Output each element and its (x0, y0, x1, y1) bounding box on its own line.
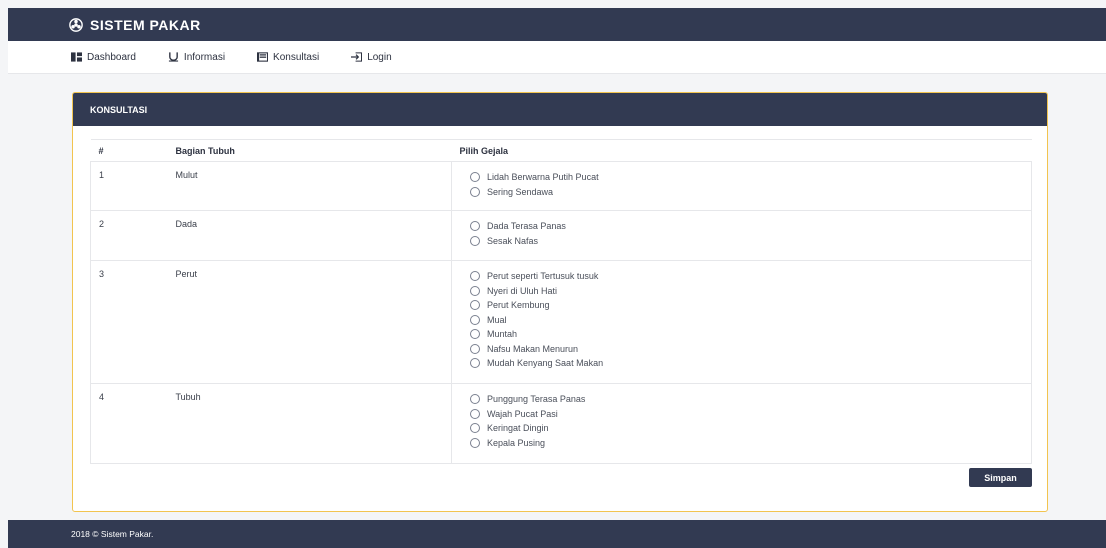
symptom-label: Wajah Pucat Pasi (487, 408, 558, 419)
radio-button[interactable] (470, 271, 480, 282)
radio-button[interactable] (470, 408, 480, 419)
radio-button[interactable] (470, 358, 480, 369)
nav-login[interactable]: Login (351, 51, 392, 63)
table-row: 1 Mulut Lidah Berwarna Putih Pucat Serin… (90, 161, 1032, 211)
symptom-label: Lidah Berwarna Putih Pucat (487, 172, 599, 183)
symptom-option[interactable]: Perut seperti Tertusuk tusuk (470, 269, 1031, 284)
footer-text: 2018 © Sistem Pakar. (71, 529, 154, 539)
main-nav: Dashboard Informasi Konsultasi Login (8, 41, 1106, 74)
radio-button[interactable] (470, 394, 480, 405)
symptom-option[interactable]: Mudah Kenyang Saat Makan (470, 356, 1031, 371)
symptom-label: Nyeri di Uluh Hati (487, 285, 558, 296)
header-part: Bagian Tubuh (167, 139, 452, 162)
radio-button[interactable] (470, 437, 480, 448)
login-icon (351, 52, 363, 62)
symptom-label: Perut Kembung (487, 300, 550, 311)
radio-button[interactable] (470, 172, 480, 183)
nav-informasi[interactable]: Informasi (168, 52, 225, 63)
radio-button[interactable] (470, 329, 480, 340)
row-number: 1 (90, 161, 168, 211)
brand[interactable]: SISTEM PAKAR (69, 17, 201, 33)
symptom-option[interactable]: Mual (470, 313, 1031, 328)
card-header: KONSULTASI (73, 93, 1047, 126)
row-number: 4 (90, 383, 168, 464)
row-number: 3 (90, 260, 168, 384)
nav-login-label: Login (367, 51, 392, 63)
nav-dashboard-label: Dashboard (87, 51, 136, 63)
radio-button[interactable] (470, 343, 480, 354)
symptom-option[interactable]: Keringat Dingin (470, 421, 1031, 436)
symptom-option[interactable]: Nafsu Makan Menurun (470, 342, 1031, 357)
symptom-label: Muntah (487, 329, 518, 340)
radio-button[interactable] (470, 285, 480, 296)
symptom-option[interactable]: Muntah (470, 327, 1031, 342)
symptom-label: Mudah Kenyang Saat Makan (487, 358, 604, 369)
symptom-label: Sering Sendawa (487, 186, 554, 197)
symptom-table-wrapper: # Bagian Tubuh Pilih Gejala 1 Mulut Lida… (90, 139, 1032, 464)
row-body-part: Mulut (167, 161, 452, 211)
symptom-options: Lidah Berwarna Putih Pucat Sering Sendaw… (451, 161, 1032, 211)
symptom-options: Punggung Terasa Panas Wajah Pucat Pasi K… (451, 383, 1032, 464)
symptom-table: # Bagian Tubuh Pilih Gejala 1 Mulut Lida… (90, 139, 1032, 464)
card-title: KONSULTASI (90, 104, 148, 115)
symptom-label: Keringat Dingin (487, 423, 549, 434)
symptom-label: Perut seperti Tertusuk tusuk (487, 271, 599, 282)
simpan-button[interactable]: Simpan (969, 468, 1032, 487)
symptom-options: Dada Terasa Panas Sesak Nafas (451, 210, 1032, 261)
symptom-options: Perut seperti Tertusuk tusuk Nyeri di Ul… (451, 260, 1032, 384)
radio-button[interactable] (470, 221, 480, 232)
nav-dashboard[interactable]: Dashboard (71, 52, 136, 63)
radio-button[interactable] (470, 314, 480, 325)
radio-button[interactable] (470, 423, 480, 434)
table-header-row: # Bagian Tubuh Pilih Gejala (90, 139, 1032, 162)
radio-button[interactable] (470, 300, 480, 311)
consultation-card: KONSULTASI # Bagian Tubuh Pilih Gejala 1… (72, 92, 1048, 512)
symptom-option[interactable]: Dada Terasa Panas (470, 219, 1031, 234)
symptom-label: Kepala Pusing (487, 437, 546, 448)
symptom-option[interactable]: Sesak Nafas (470, 234, 1031, 249)
symptom-label: Punggung Terasa Panas (487, 394, 586, 405)
nav-konsultasi[interactable]: Konsultasi (257, 52, 319, 63)
row-body-part: Perut (167, 260, 452, 384)
symptom-option[interactable]: Sering Sendawa (470, 185, 1031, 200)
symptom-option[interactable]: Nyeri di Uluh Hati (470, 284, 1031, 299)
symptom-option[interactable]: Lidah Berwarna Putih Pucat (470, 170, 1031, 185)
symptom-option[interactable]: Wajah Pucat Pasi (470, 407, 1031, 422)
header-symptom: Pilih Gejala (451, 139, 1032, 162)
symptom-label: Mual (487, 314, 507, 325)
dashboard-icon (71, 52, 82, 62)
table-row: 4 Tubuh Punggung Terasa Panas Wajah Puca… (90, 383, 1032, 464)
symptom-label: Sesak Nafas (487, 235, 539, 246)
nav-konsultasi-label: Konsultasi (273, 51, 320, 63)
table-row: 2 Dada Dada Terasa Panas Sesak Nafas (90, 210, 1032, 261)
symptom-option[interactable]: Kepala Pusing (470, 436, 1031, 451)
table-row: 3 Perut Perut seperti Tertusuk tusuk Nye… (90, 260, 1032, 384)
symptom-option[interactable]: Punggung Terasa Panas (470, 392, 1031, 407)
header-no: # (90, 139, 168, 162)
top-header: SISTEM PAKAR (8, 8, 1106, 41)
underline-icon (168, 52, 179, 62)
symptom-label: Dada Terasa Panas (487, 221, 566, 232)
row-number: 2 (90, 210, 168, 261)
symptom-label: Nafsu Makan Menurun (487, 343, 579, 354)
biohazard-icon (69, 17, 83, 32)
row-body-part: Tubuh (167, 383, 452, 464)
radio-button[interactable] (470, 186, 480, 197)
radio-button[interactable] (470, 235, 480, 246)
symptom-option[interactable]: Perut Kembung (470, 298, 1031, 313)
book-icon (257, 52, 269, 62)
brand-title: SISTEM PAKAR (90, 16, 201, 33)
row-body-part: Dada (167, 210, 452, 261)
footer: 2018 © Sistem Pakar. (8, 520, 1106, 548)
nav-informasi-label: Informasi (183, 51, 226, 63)
